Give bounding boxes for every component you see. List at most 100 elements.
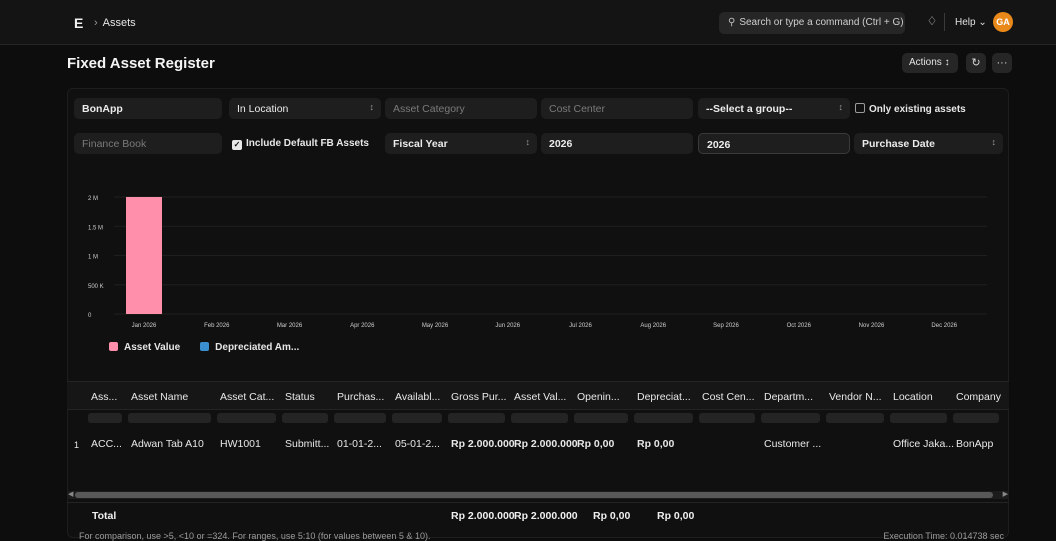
to-fiscal-year[interactable]: 2026 bbox=[698, 133, 850, 154]
column-filter-input[interactable] bbox=[574, 413, 628, 423]
column-filter-input[interactable] bbox=[761, 413, 820, 423]
table-cell[interactable]: Rp 2.000.000 bbox=[451, 438, 515, 450]
column-filter-input[interactable] bbox=[334, 413, 386, 423]
total-asset-value: Rp 2.000.000 bbox=[514, 510, 578, 522]
column-header[interactable]: Vendor N... bbox=[829, 391, 882, 403]
table-cell[interactable]: Customer ... bbox=[764, 438, 821, 450]
check-icon: ✓ bbox=[232, 140, 242, 150]
include-default-fb-checkbox[interactable]: ✓ Include Default FB Assets bbox=[232, 138, 369, 150]
column-header[interactable]: Departm... bbox=[764, 391, 813, 403]
finance-book-filter[interactable]: Finance Book bbox=[74, 133, 222, 154]
column-filter-input[interactable] bbox=[890, 413, 947, 423]
column-header[interactable]: Ass... bbox=[91, 391, 117, 403]
table-cell[interactable]: Submitt... bbox=[285, 438, 329, 450]
column-header[interactable]: Purchas... bbox=[337, 391, 384, 403]
x-tick-label: May 2026 bbox=[422, 323, 449, 329]
column-header[interactable]: Openin... bbox=[577, 391, 620, 403]
legend-item[interactable]: Asset Value bbox=[109, 342, 180, 353]
avatar[interactable]: GA bbox=[993, 12, 1013, 32]
table-cell[interactable]: Rp 0,00 bbox=[637, 438, 674, 450]
only-existing-checkbox[interactable]: Only existing assets bbox=[855, 103, 966, 115]
table-cell[interactable]: Rp 2.000.000 bbox=[514, 438, 578, 450]
table-cell[interactable]: Rp 0,00 bbox=[577, 438, 614, 450]
bell-icon[interactable]: ♢ bbox=[925, 14, 939, 28]
column-header[interactable]: Availabl... bbox=[395, 391, 440, 403]
divider bbox=[944, 13, 945, 31]
chevron-updown-icon: ↕ bbox=[525, 137, 531, 147]
group-by-value: --Select a group-- bbox=[706, 103, 793, 115]
column-filter-input[interactable] bbox=[217, 413, 276, 423]
column-filter-input[interactable] bbox=[282, 413, 328, 423]
column-header[interactable]: Gross Pur... bbox=[451, 391, 506, 403]
scroll-thumb[interactable] bbox=[75, 492, 993, 498]
status-filter[interactable]: In Location ↕ bbox=[229, 98, 381, 119]
column-header[interactable]: Cost Cen... bbox=[702, 391, 755, 403]
table-cell[interactable]: 01-01-2... bbox=[337, 438, 382, 450]
table-cell[interactable]: 05-01-2... bbox=[395, 438, 440, 450]
chevron-right-icon: › bbox=[94, 17, 98, 29]
column-filter-row bbox=[67, 411, 1009, 425]
column-header[interactable]: Asset Name bbox=[131, 391, 188, 403]
chevron-updown-icon: ↕ bbox=[991, 137, 997, 147]
y-tick-label: 2 M bbox=[88, 196, 98, 202]
column-header[interactable]: Status bbox=[285, 391, 315, 403]
chevron-updown-icon: ↕ bbox=[944, 57, 950, 68]
include-default-fb-label: Include Default FB Assets bbox=[246, 138, 369, 149]
total-opening: Rp 0,00 bbox=[593, 510, 631, 522]
column-header[interactable]: Location bbox=[893, 391, 933, 403]
column-filter-input[interactable] bbox=[128, 413, 211, 423]
search-placeholder: Search or type a command (Ctrl + G) bbox=[739, 17, 904, 28]
group-by-filter[interactable]: --Select a group-- ↕ bbox=[698, 98, 850, 119]
y-tick-label: 1 M bbox=[88, 255, 98, 261]
total-depreciated: Rp 0,00 bbox=[657, 510, 695, 522]
table-cell[interactable]: ACC... bbox=[91, 438, 122, 450]
column-filter-input[interactable] bbox=[511, 413, 568, 423]
table-cell[interactable]: Office Jaka... bbox=[893, 438, 954, 450]
column-header[interactable]: Depreciat... bbox=[637, 391, 691, 403]
column-filter-input[interactable] bbox=[634, 413, 693, 423]
scroll-left-icon[interactable]: ◀ bbox=[68, 490, 73, 498]
help-label: Help bbox=[955, 17, 976, 28]
asset-chart: 0 500 K 1 M 1.5 M 2 M Jan 2026 Feb 2026 Mar 202… bbox=[88, 196, 987, 329]
column-filter-input[interactable] bbox=[88, 413, 122, 423]
app-logo[interactable]: E bbox=[74, 15, 83, 31]
table-row[interactable]: 1 ACC... Adwan Tab A10 HW1001 Submitt... 01-0… bbox=[67, 429, 1009, 459]
column-filter-input[interactable] bbox=[953, 413, 999, 423]
table-header: Ass... Asset Name Asset Cat... Status Purcha… bbox=[67, 381, 1009, 410]
scroll-right-icon[interactable]: ▶ bbox=[1003, 490, 1008, 498]
search-bar[interactable]: ⚲ Search or type a command (Ctrl + G) bbox=[719, 12, 905, 34]
only-existing-label: Only existing assets bbox=[869, 104, 966, 115]
asset-category-filter[interactable]: Asset Category bbox=[385, 98, 537, 119]
breadcrumb-assets[interactable]: Assets bbox=[103, 17, 136, 29]
x-tick-label: Apr 2026 bbox=[350, 323, 375, 329]
cost-center-filter[interactable]: Cost Center bbox=[541, 98, 693, 119]
legend-swatch bbox=[109, 342, 118, 351]
column-header[interactable]: Company bbox=[956, 391, 1001, 403]
horizontal-scrollbar[interactable]: ◀ ▶ bbox=[67, 491, 1009, 499]
x-tick-label: Sep 2026 bbox=[713, 323, 739, 329]
refresh-icon[interactable]: ↻ bbox=[966, 53, 986, 73]
company-filter[interactable]: BonApp bbox=[74, 98, 222, 119]
filter-based-on-value: Fiscal Year bbox=[393, 138, 448, 150]
x-tick-label: Jul 2026 bbox=[569, 323, 592, 329]
from-fiscal-year[interactable]: 2026 bbox=[541, 133, 693, 154]
actions-button[interactable]: Actions ↕ bbox=[902, 53, 958, 73]
chevron-down-icon: ⌄ bbox=[978, 17, 987, 28]
more-icon[interactable]: ··· bbox=[992, 53, 1012, 73]
table-cell[interactable]: BonApp bbox=[956, 438, 993, 450]
actions-label: Actions bbox=[909, 57, 942, 68]
legend-item[interactable]: Depreciated Am... bbox=[200, 342, 299, 353]
column-header[interactable]: Asset Val... bbox=[514, 391, 566, 403]
column-filter-input[interactable] bbox=[699, 413, 755, 423]
date-based-on[interactable]: Purchase Date ↕ bbox=[854, 133, 1003, 154]
filter-based-on[interactable]: Fiscal Year ↕ bbox=[385, 133, 537, 154]
column-header[interactable]: Asset Cat... bbox=[220, 391, 274, 403]
column-filter-input[interactable] bbox=[826, 413, 884, 423]
help-dropdown[interactable]: Help ⌄ bbox=[955, 17, 987, 28]
column-filter-input[interactable] bbox=[448, 413, 505, 423]
x-tick-label: Aug 2026 bbox=[640, 323, 666, 329]
column-filter-input[interactable] bbox=[392, 413, 442, 423]
table-cell[interactable]: HW1001 bbox=[220, 438, 261, 450]
breadcrumb: › Assets bbox=[94, 17, 136, 29]
table-cell[interactable]: Adwan Tab A10 bbox=[131, 438, 204, 450]
